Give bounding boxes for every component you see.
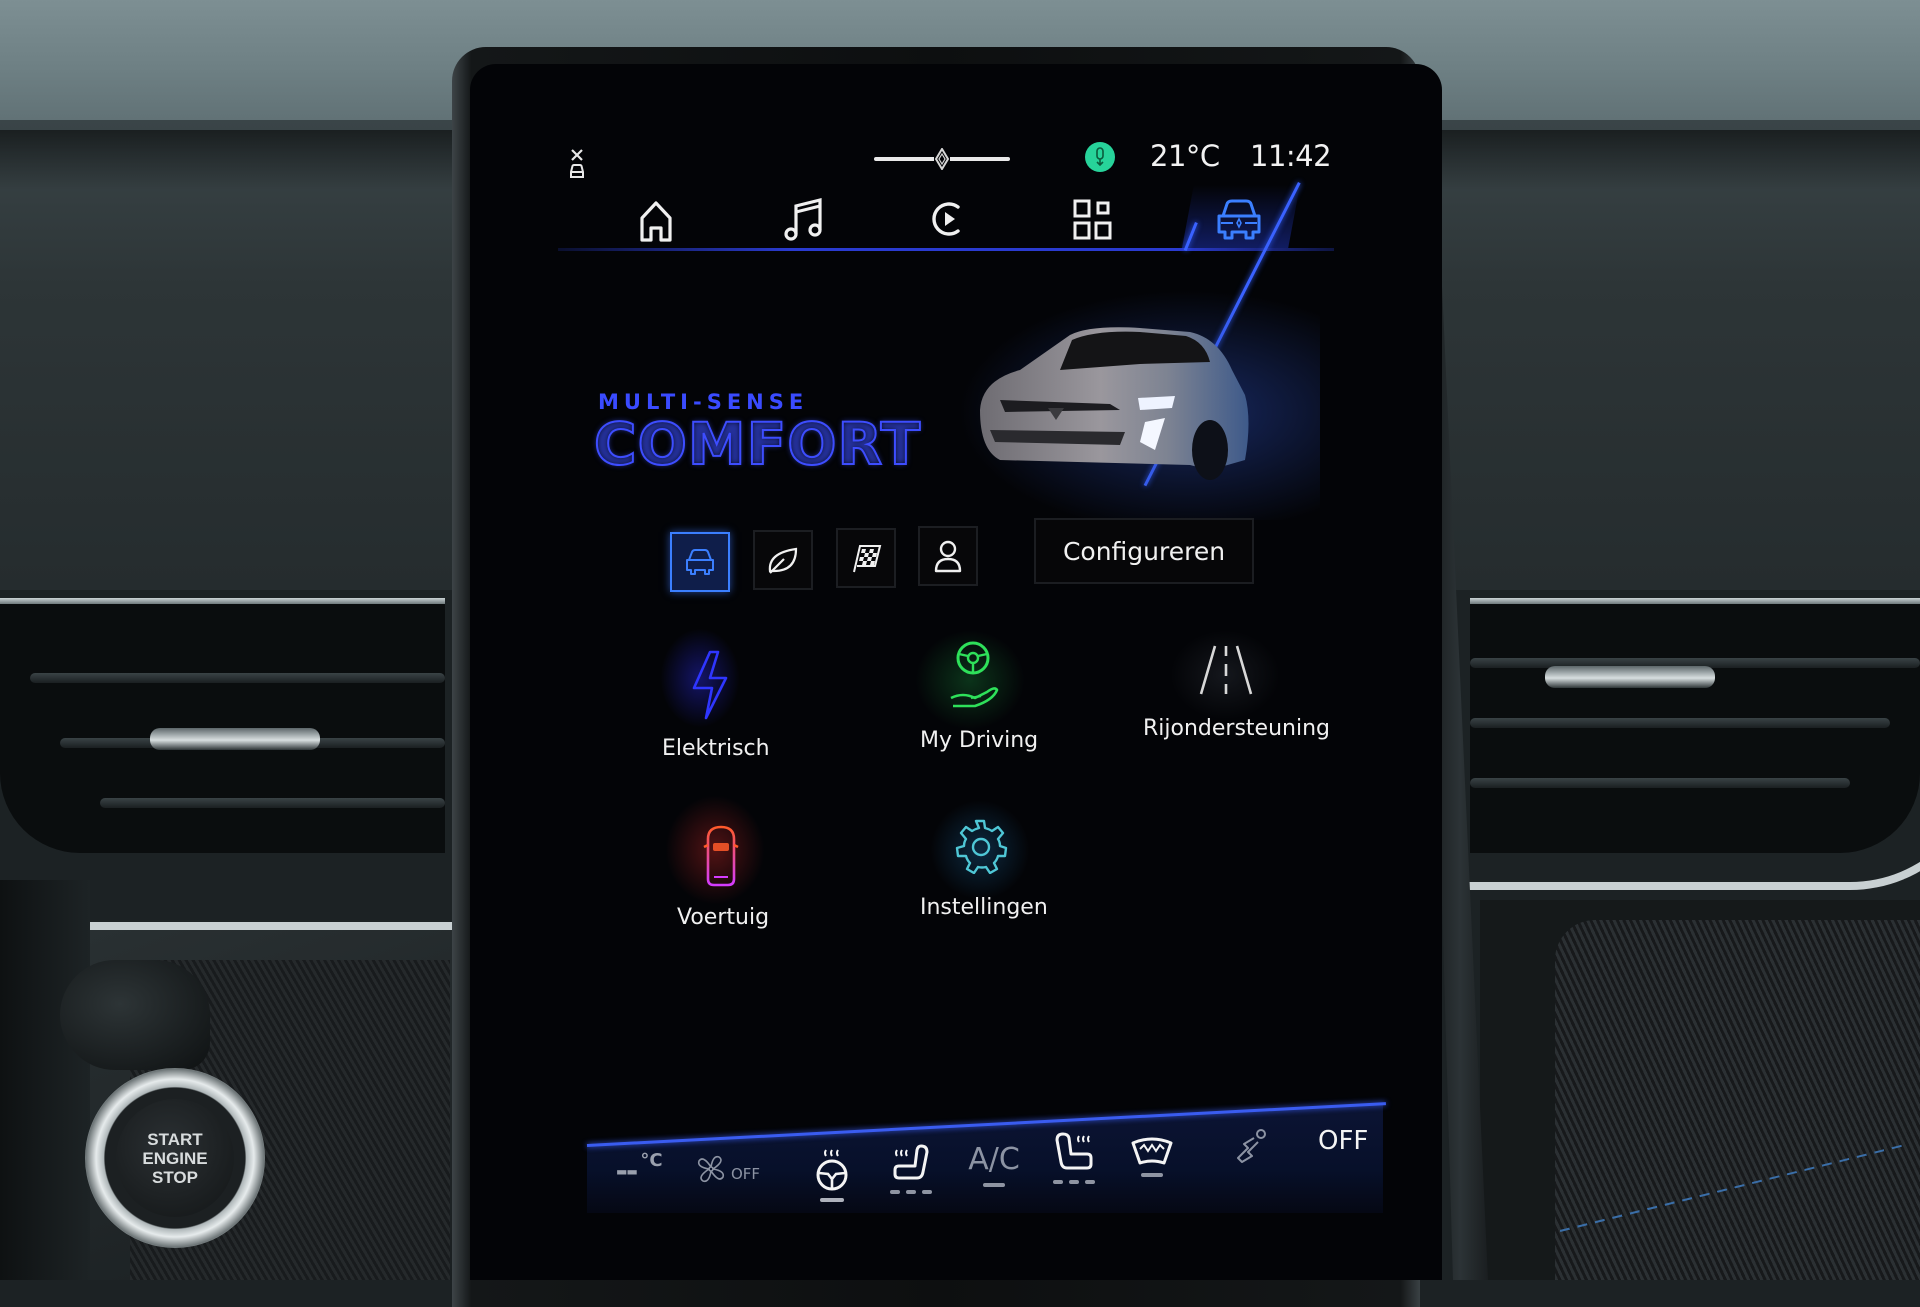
app-instellingen[interactable]: Instellingen bbox=[910, 800, 1050, 930]
climate-temperature[interactable]: -- °C bbox=[604, 1150, 674, 1189]
play-circle-icon bbox=[932, 202, 960, 236]
renault-logo-icon bbox=[934, 147, 950, 171]
app-label: Elektrisch bbox=[662, 736, 770, 761]
steering-wheel-hand-icon bbox=[950, 641, 999, 708]
windshield-defrost-button[interactable] bbox=[1128, 1135, 1176, 1177]
level-indicator bbox=[983, 1183, 1005, 1187]
heated-seat-right-icon bbox=[1055, 1132, 1093, 1170]
heated-seat-right-button[interactable] bbox=[1050, 1130, 1098, 1184]
apps-grid-icon bbox=[1073, 199, 1112, 240]
air-distribution-icon bbox=[1237, 1129, 1266, 1163]
car-top-view-icon bbox=[703, 825, 739, 887]
air-distribution-button[interactable] bbox=[1232, 1128, 1272, 1164]
music-note-icon bbox=[784, 197, 822, 241]
chrome-trim-left bbox=[0, 560, 460, 930]
heated-steering-wheel-icon bbox=[816, 1149, 848, 1191]
climate-power-off-button[interactable]: OFF bbox=[1318, 1126, 1368, 1156]
windshield-defrost-icon bbox=[1131, 1137, 1173, 1165]
level-indicator bbox=[820, 1198, 844, 1202]
ac-button[interactable]: A/C bbox=[962, 1142, 1026, 1187]
nav-apps[interactable] bbox=[1070, 196, 1118, 244]
mode-perso-button[interactable] bbox=[918, 526, 978, 586]
temperature-unit: °C bbox=[640, 1150, 663, 1171]
app-elektrisch[interactable]: Elektrisch bbox=[650, 628, 780, 768]
nav-media[interactable] bbox=[924, 195, 972, 243]
fan-status: OFF bbox=[731, 1165, 761, 1183]
mode-sport-button[interactable] bbox=[836, 528, 896, 588]
level-segment bbox=[906, 1190, 916, 1194]
level-segment bbox=[1053, 1180, 1063, 1184]
checkered-flag-icon bbox=[853, 545, 882, 573]
car-front-icon bbox=[686, 549, 714, 575]
heated-steering-wheel-button[interactable] bbox=[810, 1148, 854, 1202]
ac-label: A/C bbox=[968, 1142, 1020, 1177]
leaf-icon bbox=[768, 547, 798, 574]
microphone-icon bbox=[1096, 147, 1104, 167]
level-segment bbox=[1085, 1180, 1095, 1184]
nav-underline bbox=[558, 248, 1334, 251]
app-my-driving[interactable]: My Driving bbox=[905, 630, 1045, 760]
start-engine-stop-button[interactable]: START ENGINE STOP bbox=[116, 1099, 234, 1217]
steering-stalk bbox=[60, 960, 210, 1070]
level-indicator bbox=[1053, 1174, 1095, 1184]
drive-mode-title: COMFORT bbox=[593, 409, 922, 479]
nav-vehicle[interactable] bbox=[1213, 196, 1265, 244]
lightning-bolt-icon bbox=[692, 650, 728, 720]
level-indicator bbox=[890, 1184, 932, 1194]
mode-eco-button[interactable] bbox=[753, 530, 813, 590]
outside-temperature: 21°C bbox=[1150, 139, 1220, 173]
level-indicator bbox=[1141, 1173, 1163, 1177]
heated-seat-left-icon bbox=[893, 1144, 929, 1180]
start-label: START bbox=[147, 1129, 203, 1149]
level-segment bbox=[922, 1190, 932, 1194]
voice-assistant-button[interactable] bbox=[1085, 142, 1115, 172]
steering-column bbox=[0, 880, 90, 1280]
mode-comfort-button[interactable] bbox=[670, 532, 730, 592]
road-lanes-icon bbox=[1199, 645, 1253, 695]
app-label: My Driving bbox=[920, 728, 1039, 753]
clock: 11:42 bbox=[1250, 139, 1332, 173]
level-segment bbox=[1069, 1180, 1079, 1184]
home-icon bbox=[640, 201, 672, 242]
engine-label: ENGINE bbox=[142, 1148, 208, 1168]
carbon-panel-right bbox=[1555, 920, 1920, 1280]
gear-icon bbox=[955, 819, 1008, 874]
fan-icon bbox=[697, 1155, 725, 1183]
car-lock-icon[interactable] bbox=[568, 148, 586, 180]
temperature-value: -- bbox=[615, 1154, 638, 1189]
app-label: Rijondersteuning bbox=[1143, 716, 1330, 741]
level-segment bbox=[890, 1190, 900, 1194]
app-label: Instellingen bbox=[920, 895, 1048, 920]
app-rijondersteuning[interactable]: Rijondersteuning bbox=[1140, 630, 1330, 755]
person-icon bbox=[934, 540, 962, 573]
stop-label: STOP bbox=[152, 1167, 198, 1187]
vehicle-image bbox=[960, 300, 1290, 500]
nav-music[interactable] bbox=[780, 196, 828, 244]
heated-seat-left-button[interactable] bbox=[887, 1142, 935, 1194]
climate-fan[interactable]: OFF bbox=[695, 1153, 785, 1185]
app-voertuig[interactable]: Voertuig bbox=[665, 795, 785, 940]
app-label: Voertuig bbox=[677, 905, 770, 930]
nav-home[interactable] bbox=[632, 198, 680, 246]
chrome-trim-right bbox=[1450, 560, 1920, 890]
car-front-icon bbox=[1217, 199, 1261, 240]
configure-button[interactable]: Configureren bbox=[1034, 518, 1254, 584]
